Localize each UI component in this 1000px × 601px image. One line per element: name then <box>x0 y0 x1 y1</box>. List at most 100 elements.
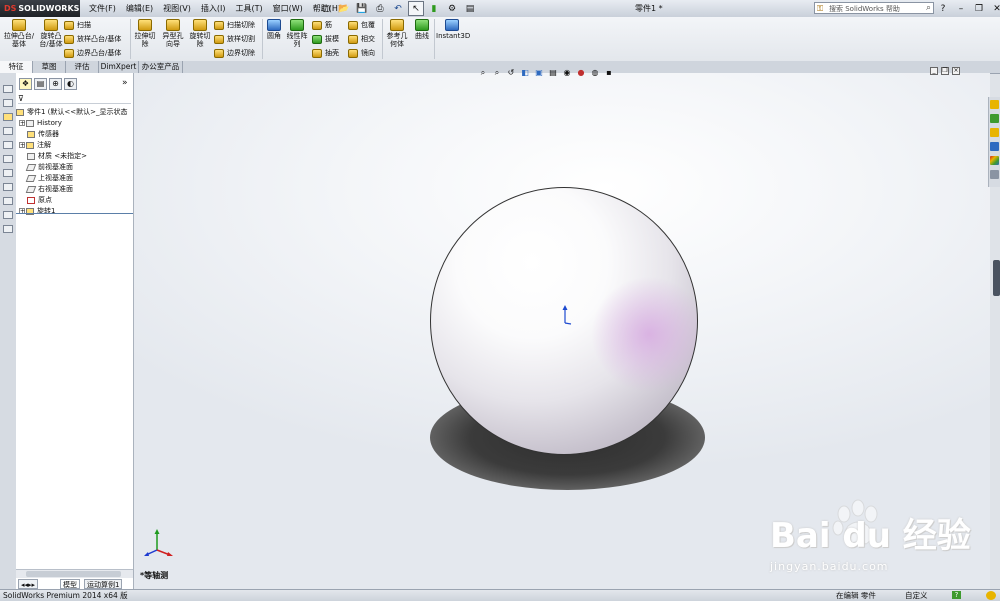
fillet-button[interactable]: 圆角 <box>264 19 284 40</box>
tree-item-material[interactable]: 材质 <未指定> <box>16 151 144 162</box>
tree-item-sensors[interactable]: 传感器 <box>16 129 144 140</box>
revolve-cut-button[interactable]: 旋转切除 <box>188 19 212 48</box>
expand-icon[interactable]: + <box>19 120 25 127</box>
tree-item-annotations[interactable]: + 注解 <box>16 140 136 151</box>
rebuild-icon[interactable]: ▮ <box>426 1 442 16</box>
revolve-boss-button[interactable]: 旋转凸台/基体 <box>36 19 66 48</box>
tool-icon[interactable] <box>3 197 13 205</box>
file-explorer-icon[interactable] <box>990 128 999 137</box>
tool-icon[interactable] <box>3 169 13 177</box>
expand-chevron-icon[interactable]: » <box>122 78 128 88</box>
tab-model[interactable]: 模型 <box>60 579 80 589</box>
hide-show-items-icon[interactable]: ◉ <box>562 68 572 77</box>
curves-button[interactable]: 曲线 <box>412 19 432 40</box>
lofted-cut-button[interactable]: 放样切割 <box>214 33 255 45</box>
draft-button[interactable]: 拔模 <box>312 33 339 45</box>
nav-arrows-icon[interactable]: ◂◂▸▸ <box>18 579 39 589</box>
hole-wizard-button[interactable]: 异型孔向导 <box>160 19 186 48</box>
design-library-icon[interactable] <box>990 114 999 123</box>
section-view-icon[interactable]: ◧ <box>520 68 530 77</box>
tab-evaluate[interactable]: 评估 <box>66 61 99 73</box>
tree-root[interactable]: 零件1 (默认<<默认>_显示状态 <box>16 107 133 118</box>
apply-scene-icon[interactable]: ◍ <box>590 68 600 77</box>
menu-tools[interactable]: 工具(T) <box>230 0 267 17</box>
menu-insert[interactable]: 插入(I) <box>196 0 231 17</box>
select-pointer-icon[interactable]: ↖ <box>408 1 424 16</box>
reference-geometry-button[interactable]: 参考几何体 <box>384 19 410 48</box>
display-manager-tab-icon[interactable]: ◐ <box>64 78 77 90</box>
minimize-icon[interactable]: – <box>954 4 968 14</box>
undo-icon[interactable]: ↶ <box>390 1 406 16</box>
viewport-minimize-icon[interactable]: _ <box>930 67 938 75</box>
menu-window[interactable]: 窗口(W) <box>268 0 308 17</box>
units-selector[interactable]: 自定义 <box>905 590 928 601</box>
filter-icon[interactable]: ⊽ <box>18 94 131 104</box>
appearances-icon[interactable] <box>990 156 999 165</box>
tool-icon[interactable] <box>3 183 13 191</box>
tool-icon[interactable] <box>3 141 13 149</box>
tool-icon[interactable] <box>3 127 13 135</box>
extrude-boss-button[interactable]: 拉伸凸台/基体 <box>2 19 36 48</box>
new-document-icon[interactable]: ▢ <box>318 1 334 16</box>
tool-icon[interactable] <box>3 155 13 163</box>
close-icon[interactable]: ✕ <box>990 4 1000 14</box>
tree-item-revolve1[interactable]: + 旋转1 <box>16 206 136 217</box>
intersect-button[interactable]: 相交 <box>348 33 375 45</box>
view-palette-icon[interactable] <box>990 142 999 151</box>
restore-icon[interactable]: ❐ <box>972 4 986 14</box>
search-input[interactable]: ⚿ 搜索 SolidWorks 帮助 ⌕ <box>814 2 934 14</box>
open-folder-icon[interactable]: 📂 <box>336 1 352 16</box>
property-manager-tab-icon[interactable]: ▤ <box>34 78 47 90</box>
tree-item-origin[interactable]: 原点 <box>16 195 144 206</box>
mirror-button[interactable]: 镜向 <box>348 47 375 59</box>
custom-properties-icon[interactable] <box>990 170 999 179</box>
tree-item-top-plane[interactable]: 上视基准面 <box>16 173 144 184</box>
sweep-button[interactable]: 扫描 <box>64 19 91 31</box>
loft-boss-button[interactable]: 放样凸台/基体 <box>64 33 121 45</box>
save-icon[interactable]: 💾 <box>354 1 370 16</box>
linear-pattern-button[interactable]: 线性阵列 <box>286 19 308 48</box>
scrollbar-thumb[interactable] <box>26 571 121 577</box>
options-gear-icon[interactable]: ⚙ <box>444 1 460 16</box>
menu-view[interactable]: 视图(V) <box>158 0 196 17</box>
quick-tips-icon[interactable]: ? <box>952 591 961 599</box>
tree-item-history[interactable]: + History <box>16 118 136 129</box>
boundary-boss-button[interactable]: 边界凸台/基体 <box>64 47 121 59</box>
tab-features[interactable]: 特征 <box>0 61 33 73</box>
tree-item-front-plane[interactable]: 前视基准面 <box>16 162 144 173</box>
viewport-restore-icon[interactable]: ❐ <box>941 67 949 75</box>
display-style-icon[interactable]: ▤ <box>548 68 558 77</box>
expand-icon[interactable]: + <box>19 142 25 149</box>
swept-cut-button[interactable]: 扫描切除 <box>214 19 255 31</box>
view-settings-icon[interactable]: ▪ <box>604 68 614 77</box>
instant3d-button[interactable]: Instant3D <box>436 19 470 40</box>
previous-view-icon[interactable]: ↺ <box>506 68 516 77</box>
tool-icon[interactable] <box>3 211 13 219</box>
feature-tree-tab-icon[interactable]: ❖ <box>19 78 32 90</box>
task-pane-grip[interactable] <box>993 260 1000 296</box>
configuration-tab-icon[interactable]: ⊕ <box>49 78 62 90</box>
resources-icon[interactable] <box>990 100 999 109</box>
horizontal-scrollbar[interactable] <box>16 569 133 578</box>
rollback-bar[interactable] <box>16 213 133 214</box>
tab-dimxpert[interactable]: DimXpert <box>99 61 139 73</box>
rib-button[interactable]: 筋 <box>312 19 332 31</box>
zoom-area-icon[interactable]: ⌕ <box>492 68 502 77</box>
viewport-close-icon[interactable]: × <box>952 67 960 75</box>
tab-office-products[interactable]: 办公室产品 <box>139 61 183 73</box>
tab-sketch[interactable]: 草图 <box>33 61 66 73</box>
help-question-icon[interactable]: ? <box>936 4 950 14</box>
print-icon[interactable]: ⎙ <box>372 1 388 16</box>
solidworks-logo[interactable]: DS SOLIDWORKS <box>0 0 80 17</box>
zoom-to-fit-icon[interactable]: ⌕ <box>478 68 488 77</box>
grid-icon[interactable] <box>3 225 13 233</box>
notification-icon[interactable] <box>986 591 996 600</box>
wrap-button[interactable]: 包覆 <box>348 19 375 31</box>
boundary-cut-button[interactable]: 边界切除 <box>214 47 255 59</box>
tool-icon[interactable] <box>3 99 13 107</box>
shell-button[interactable]: 抽壳 <box>312 47 339 59</box>
feature-icon[interactable] <box>3 113 13 121</box>
view-orientation-icon[interactable]: ▣ <box>534 68 544 77</box>
edit-appearance-icon[interactable]: ● <box>576 68 586 77</box>
extrude-cut-button[interactable]: 拉伸切除 <box>132 19 158 48</box>
